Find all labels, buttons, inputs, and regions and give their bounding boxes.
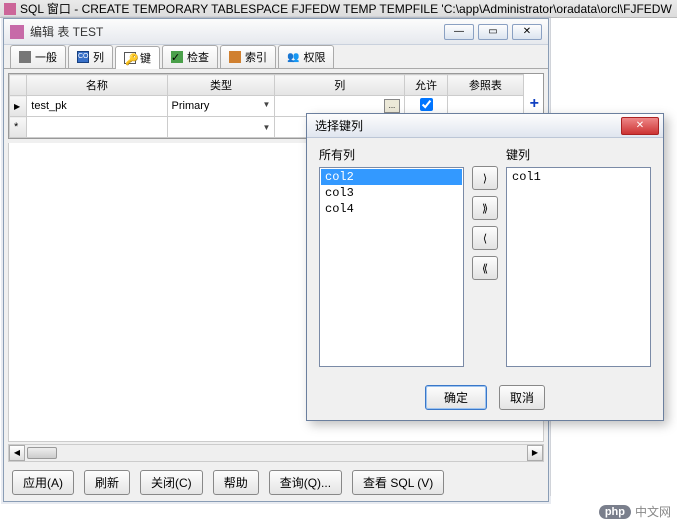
add-row-button[interactable]: + <box>526 96 542 112</box>
horizontal-scrollbar[interactable]: ◀ ▶ <box>8 444 544 462</box>
title-bar: 编辑 表 TEST — ▭ ✕ <box>4 19 548 45</box>
move-all-right-button[interactable]: ⟫ <box>472 196 498 220</box>
tab-label: 一般 <box>35 49 57 65</box>
dialog-title-bar[interactable]: 选择键列 ✕ <box>307 114 663 138</box>
dialog-title: 选择键列 <box>315 117 621 134</box>
list-item[interactable]: col3 <box>321 185 462 201</box>
tab-label: 列 <box>93 49 104 65</box>
row-selector-header <box>10 75 27 96</box>
priv-icon <box>287 51 299 63</box>
button-bar: 应用(A) 刷新 关闭(C) 帮助 查询(Q)... 查看 SQL (V) <box>4 464 548 501</box>
header-ref[interactable]: 参照表 <box>448 75 524 96</box>
all-columns-panel: 所有列 col2 col3 col4 <box>319 146 464 367</box>
header-cols[interactable]: 列 <box>275 75 404 96</box>
tab-label: 键 <box>140 50 151 66</box>
tab-label: 索引 <box>245 49 267 65</box>
move-right-button[interactable]: ⟩ <box>472 166 498 190</box>
cell-type[interactable]: ▼ <box>167 117 275 138</box>
list-item[interactable]: col4 <box>321 201 462 217</box>
key-icon: 🔑 <box>124 52 136 64</box>
list-item[interactable]: col1 <box>508 169 649 185</box>
watermark-text: 中文网 <box>635 503 671 520</box>
tab-label: 权限 <box>303 49 325 65</box>
cancel-button[interactable]: 取消 <box>499 385 545 410</box>
cell-type[interactable]: Primary▼ <box>167 96 275 117</box>
minimize-button[interactable]: — <box>444 24 474 40</box>
cell-name[interactable] <box>27 117 167 138</box>
header-type[interactable]: 类型 <box>167 75 275 96</box>
col-icon: COL <box>77 51 89 63</box>
tab-checks[interactable]: ✓ 检查 <box>162 45 218 68</box>
maximize-button[interactable]: ▭ <box>478 24 508 40</box>
window-controls: — ▭ ✕ <box>444 24 542 40</box>
scroll-right-button[interactable]: ▶ <box>527 445 543 461</box>
type-dropdown-icon[interactable]: ▼ <box>263 100 271 109</box>
tab-indexes[interactable]: 索引 <box>220 45 276 68</box>
tab-privileges[interactable]: 权限 <box>278 45 334 68</box>
dialog-footer: 确定 取消 <box>307 375 663 420</box>
row-selector-new[interactable] <box>10 117 27 138</box>
dialog-close-button[interactable]: ✕ <box>621 117 659 135</box>
all-columns-listbox[interactable]: col2 col3 col4 <box>319 167 464 367</box>
type-dropdown-icon[interactable]: ▼ <box>263 123 271 132</box>
key-columns-listbox[interactable]: col1 <box>506 167 651 367</box>
index-icon <box>229 51 241 63</box>
ok-button[interactable]: 确定 <box>425 385 487 410</box>
apply-button[interactable]: 应用(A) <box>12 470 74 495</box>
scroll-thumb[interactable] <box>27 447 57 459</box>
php-badge: php <box>599 505 631 519</box>
dialog-body: 所有列 col2 col3 col4 ⟩ ⟫ ⟨ ⟪ 键列 col1 <box>307 138 663 375</box>
tab-columns[interactable]: COL 列 <box>68 45 113 68</box>
parent-window-title: SQL 窗口 - CREATE TEMPORARY TABLESPACE FJF… <box>20 0 672 17</box>
move-all-left-button[interactable]: ⟪ <box>472 256 498 280</box>
key-columns-label: 键列 <box>506 146 651 163</box>
tab-keys[interactable]: 🔑 键 <box>115 46 160 69</box>
cell-name[interactable]: test_pk <box>27 96 167 117</box>
select-key-columns-dialog: 选择键列 ✕ 所有列 col2 col3 col4 ⟩ ⟫ ⟨ ⟪ 键列 col… <box>306 113 664 421</box>
tab-label: 检查 <box>187 49 209 65</box>
sql-window-icon <box>4 3 16 15</box>
refresh-button[interactable]: 刷新 <box>84 470 130 495</box>
cols-ellipsis-button[interactable]: ... <box>384 99 400 113</box>
help-button[interactable]: 帮助 <box>213 470 259 495</box>
tab-general[interactable]: 一般 <box>10 45 66 68</box>
check-icon: ✓ <box>171 51 183 63</box>
key-columns-panel: 键列 col1 <box>506 146 651 367</box>
header-name[interactable]: 名称 <box>27 75 167 96</box>
row-selector[interactable] <box>10 96 27 117</box>
parent-window-title-bar: SQL 窗口 - CREATE TEMPORARY TABLESPACE FJF… <box>0 0 677 18</box>
header-row: 名称 类型 列 允许 参照表 <box>10 75 524 96</box>
list-item[interactable]: col2 <box>321 169 462 185</box>
window-title: 编辑 表 TEST <box>30 23 444 40</box>
query-button[interactable]: 查询(Q)... <box>269 470 342 495</box>
move-buttons: ⟩ ⟫ ⟨ ⟪ <box>472 146 498 367</box>
header-allow[interactable]: 允许 <box>404 75 447 96</box>
close-button[interactable]: 关闭(C) <box>140 470 203 495</box>
allow-checkbox[interactable] <box>420 98 433 111</box>
scroll-left-button[interactable]: ◀ <box>9 445 25 461</box>
view-sql-button[interactable]: 查看 SQL (V) <box>352 470 444 495</box>
general-icon <box>19 51 31 63</box>
close-window-button[interactable]: ✕ <box>512 24 542 40</box>
tab-bar: 一般 COL 列 🔑 键 ✓ 检查 索引 权限 <box>4 45 548 69</box>
table-icon <box>10 25 24 39</box>
move-left-button[interactable]: ⟨ <box>472 226 498 250</box>
watermark: php 中文网 <box>599 503 671 520</box>
all-columns-label: 所有列 <box>319 146 464 163</box>
